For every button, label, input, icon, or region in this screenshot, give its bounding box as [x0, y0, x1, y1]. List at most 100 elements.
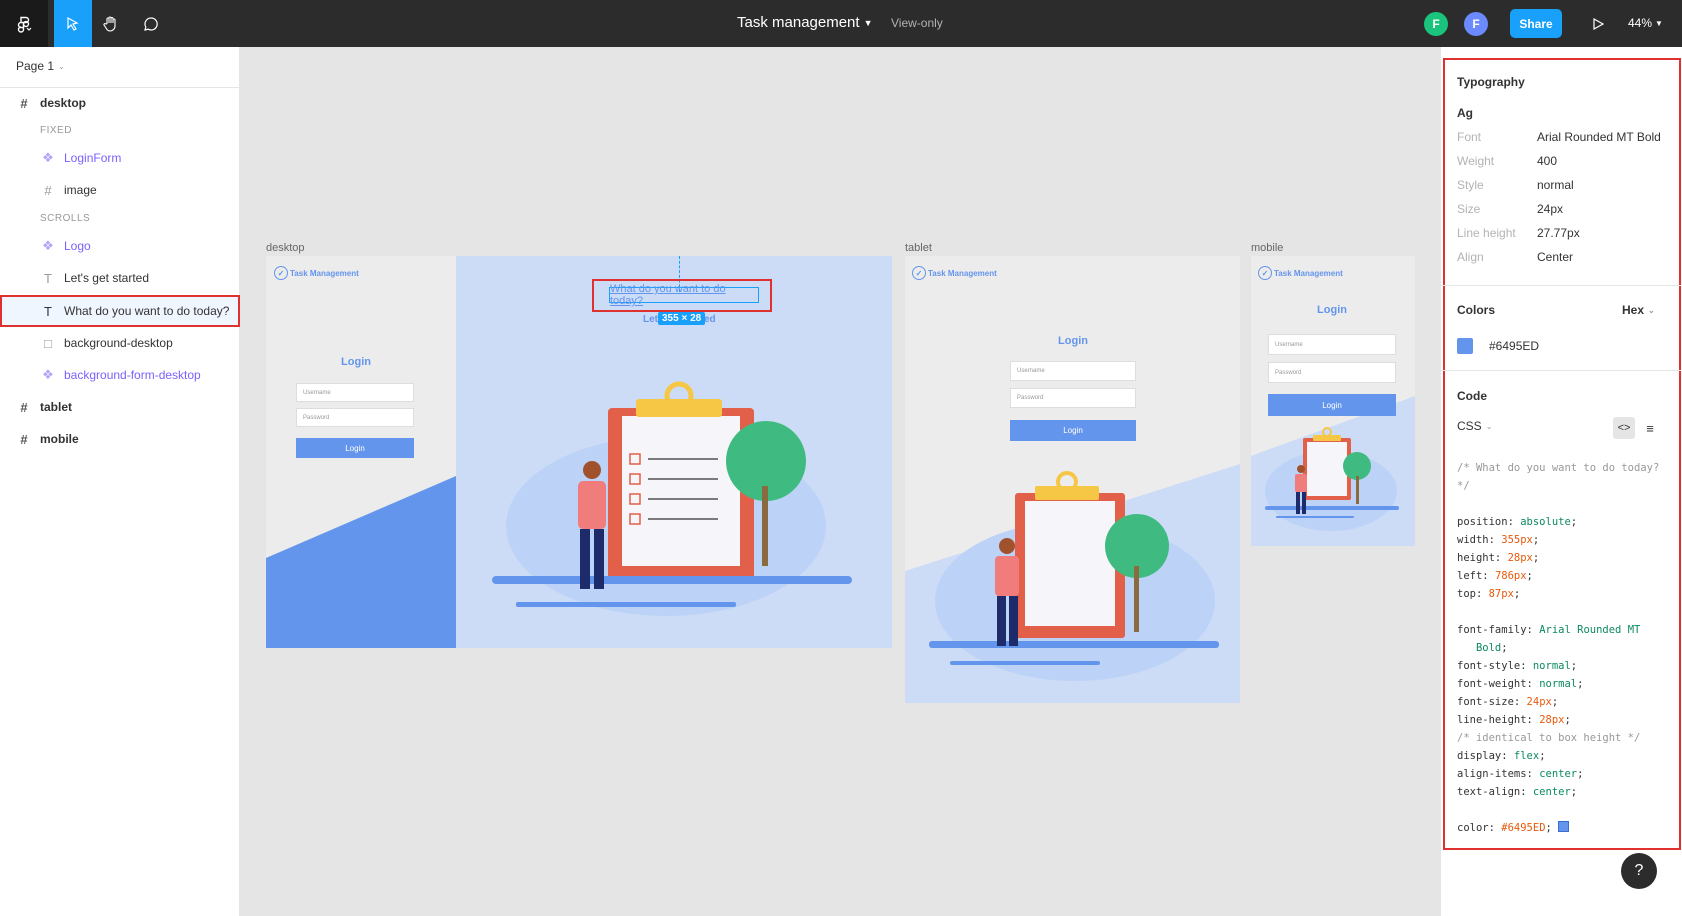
- login-title: Login: [1058, 335, 1088, 347]
- comment-tool-button[interactable]: [132, 0, 170, 47]
- frame-mobile[interactable]: ✓ Task Management Login Username Passwor…: [1251, 256, 1415, 546]
- share-button[interactable]: Share: [1510, 9, 1562, 38]
- help-button[interactable]: ?: [1621, 853, 1657, 889]
- component-icon: ❖: [42, 150, 54, 165]
- hand-tool-button[interactable]: [92, 0, 130, 47]
- frame-label-tablet[interactable]: tablet: [905, 242, 932, 254]
- file-title[interactable]: Task management ▼: [737, 14, 873, 31]
- avatar[interactable]: F: [1464, 12, 1488, 36]
- page-selector[interactable]: Page 1 ⌄: [16, 59, 65, 73]
- frame-tablet[interactable]: ✓ Task Management Login Username Passwor…: [905, 256, 1240, 703]
- css-code-block[interactable]: /* What do you want to do today? */ posi…: [1457, 459, 1669, 837]
- layer-lets-get-started[interactable]: T Let's get started: [0, 262, 240, 294]
- selected-text[interactable]: What do you want to do today?: [609, 283, 759, 307]
- figma-logo-icon: [17, 16, 32, 33]
- layer-label: Let's get started: [64, 271, 150, 285]
- layer-label: LoginForm: [64, 151, 122, 165]
- tablet-illustration: [905, 464, 1240, 703]
- canvas[interactable]: desktop tablet mobile ✓ Task Management …: [240, 47, 1440, 916]
- layer-logo[interactable]: ❖ Logo: [0, 230, 240, 262]
- layer-label: background-desktop: [64, 336, 173, 350]
- toolbar: Task management ▼ View-only F F Share 44…: [0, 0, 1682, 47]
- layers-panel: Page 1 ⌄ # desktop FIXED ❖ LoginForm # i…: [0, 47, 240, 916]
- inspect-panel: Typography Ag Font Arial Rounded MT Bold…: [1440, 47, 1682, 916]
- username-input[interactable]: Username: [1010, 361, 1136, 381]
- frame-icon: #: [20, 431, 28, 447]
- brand-logo: ✓ Task Management: [274, 266, 359, 280]
- color-swatch[interactable]: [1457, 338, 1473, 354]
- layer-label: tablet: [40, 400, 73, 414]
- password-input[interactable]: Password: [1268, 362, 1396, 383]
- password-input[interactable]: Password: [1010, 388, 1136, 408]
- frame-label-desktop[interactable]: desktop: [266, 242, 305, 254]
- rectangle-icon: □: [44, 335, 52, 351]
- login-button[interactable]: Login: [1010, 420, 1136, 441]
- login-button[interactable]: Login: [296, 438, 414, 458]
- code-brackets-icon: <>: [1617, 422, 1631, 434]
- hand-icon: [103, 15, 116, 32]
- prop-value[interactable]: normal: [1537, 178, 1574, 192]
- brand-name: Task Management: [928, 268, 997, 278]
- layer-label: mobile: [40, 432, 79, 446]
- present-button[interactable]: [1586, 12, 1610, 36]
- layer-background-form-desktop[interactable]: ❖ background-form-desktop: [0, 359, 240, 391]
- prop-label: Style: [1457, 178, 1484, 192]
- list-icon: ≡: [1646, 420, 1654, 436]
- subtext-left: Let: [643, 314, 658, 325]
- color-format-value: Hex: [1622, 303, 1645, 317]
- view-only-label: View-only: [891, 16, 943, 30]
- layer-label: desktop: [40, 96, 87, 110]
- prop-value[interactable]: Center: [1537, 250, 1573, 264]
- layer-what-do-you-want[interactable]: T What do you want to do today?: [0, 295, 240, 327]
- frame-desktop[interactable]: ✓ Task Management Login Username Passwor…: [266, 256, 892, 648]
- divider: [1441, 285, 1682, 286]
- login-button[interactable]: Login: [1268, 394, 1396, 416]
- brand-name: Task Management: [1274, 268, 1343, 278]
- text-icon: T: [44, 270, 52, 286]
- password-input[interactable]: Password: [296, 408, 414, 427]
- login-title: Login: [1317, 304, 1347, 316]
- layer-label: What do you want to do today?: [64, 304, 230, 318]
- color-format-select[interactable]: Hex ⌄: [1622, 303, 1655, 317]
- brand-logo: ✓ Task Management: [912, 266, 997, 280]
- code-language-value: CSS: [1457, 419, 1482, 433]
- font-preview: Ag: [1457, 106, 1473, 120]
- layer-image[interactable]: # image: [0, 174, 240, 206]
- prop-value[interactable]: 27.77px: [1537, 226, 1580, 240]
- frame-icon: #: [20, 399, 28, 415]
- prop-label: Align: [1457, 250, 1484, 264]
- brand-name: Task Management: [290, 268, 359, 278]
- prop-value[interactable]: Arial Rounded MT Bold: [1537, 130, 1661, 144]
- layer-tablet[interactable]: # tablet: [0, 391, 240, 423]
- frame-label-mobile[interactable]: mobile: [1251, 242, 1283, 254]
- list-view-button[interactable]: ≡: [1639, 417, 1661, 439]
- code-language-select[interactable]: CSS ⌄: [1457, 419, 1492, 433]
- prop-value[interactable]: 24px: [1537, 202, 1563, 216]
- username-input[interactable]: Username: [296, 383, 414, 402]
- layer-mobile[interactable]: # mobile: [0, 423, 240, 455]
- prop-label: Line height: [1457, 226, 1516, 240]
- username-input[interactable]: Username: [1268, 334, 1396, 355]
- move-tool-button[interactable]: [54, 0, 92, 47]
- zoom-control[interactable]: 44% ▼: [1628, 16, 1663, 30]
- layer-label: Logo: [64, 239, 91, 253]
- component-icon: ❖: [42, 238, 54, 253]
- layer-label: background-form-desktop: [64, 368, 201, 382]
- chevron-down-icon: ▼: [1655, 18, 1663, 28]
- avatar[interactable]: F: [1424, 12, 1448, 36]
- code-view-button[interactable]: <>: [1613, 417, 1635, 439]
- layer-background-desktop[interactable]: □ background-desktop: [0, 327, 240, 359]
- layer-loginform[interactable]: ❖ LoginForm: [0, 142, 240, 174]
- divider: [1441, 370, 1682, 371]
- text-icon: T: [44, 303, 52, 319]
- layer-desktop[interactable]: # desktop: [0, 87, 240, 119]
- check-icon: ✓: [274, 266, 288, 280]
- typography-title: Typography: [1457, 75, 1525, 89]
- frame-icon: #: [20, 95, 28, 111]
- color-value[interactable]: #6495ED: [1489, 339, 1539, 353]
- prop-label: Weight: [1457, 154, 1495, 168]
- figma-menu-button[interactable]: [0, 0, 48, 47]
- page-name: Page 1: [16, 59, 55, 73]
- prop-value[interactable]: 400: [1537, 154, 1557, 168]
- size-badge: 355 × 28: [658, 312, 706, 325]
